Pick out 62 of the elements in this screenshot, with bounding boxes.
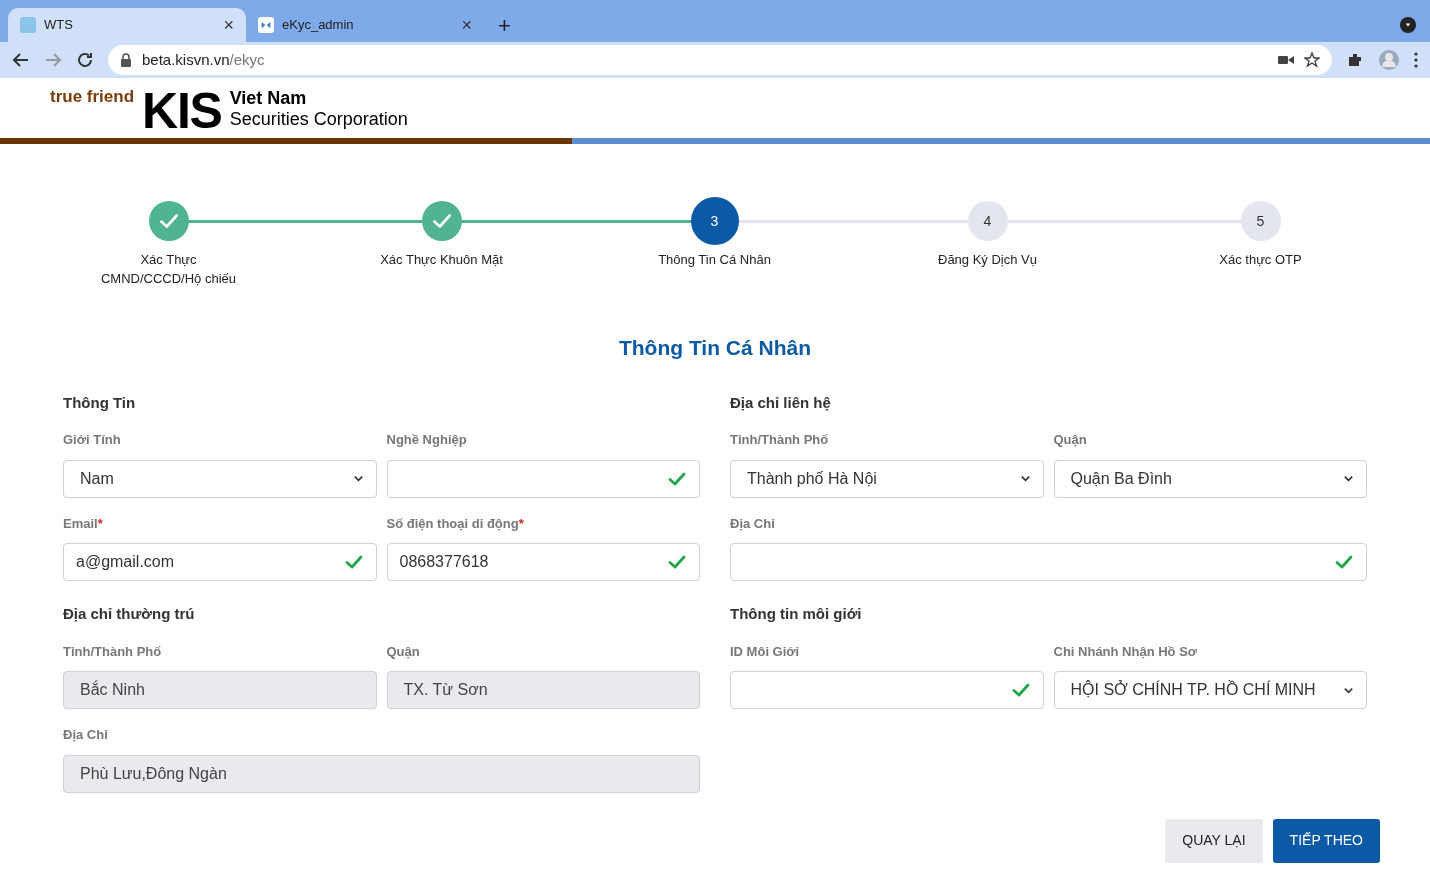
favicon-icon [20, 17, 36, 33]
tab-title: WTS [44, 16, 74, 35]
extensions-icon[interactable] [1346, 51, 1364, 69]
logo-subtitle: Viet Nam [229, 88, 308, 109]
field-label: Quận [386, 642, 420, 661]
input-field[interactable] [730, 671, 1044, 709]
select-field[interactable]: Quận Ba Đình [1053, 459, 1367, 498]
field-label: Giới Tính [63, 431, 121, 449]
section-heading: Địa chỉ liên hệ [730, 392, 832, 413]
input-field[interactable]: a@gmail.com [63, 543, 377, 581]
browser-tab[interactable]: WTS × [8, 8, 246, 42]
field-label: Địa Chỉ [63, 726, 108, 744]
input-field[interactable]: Bắc Ninh [63, 671, 377, 709]
lock-icon [120, 53, 132, 67]
field-label: Địa Chỉ [730, 514, 775, 533]
caret-icon [1343, 473, 1354, 484]
select-field[interactable]: Nam [63, 459, 377, 498]
field-label: Tỉnh/Thành Phố [730, 431, 829, 449]
field-label: Quận [1053, 431, 1087, 449]
caret-icon [1019, 473, 1031, 484]
logo-text: KIS [142, 86, 222, 136]
close-icon[interactable]: × [223, 16, 234, 34]
page-title: Thông Tin Cá Nhân [618, 335, 812, 361]
section-heading: Thông Tin [63, 392, 137, 413]
logo-tagline: true friend [50, 88, 135, 105]
camera-icon[interactable] [1278, 54, 1294, 66]
section-heading: Thông tin môi giới [730, 604, 863, 624]
input-field[interactable]: Phù Lưu,Đông Ngàn [63, 754, 700, 793]
star-icon[interactable] [1304, 52, 1320, 68]
menu-icon[interactable] [1414, 52, 1418, 68]
select-field[interactable]: HỘI SỞ CHÍNH TP. HỒ CHÍ MINH [1053, 671, 1367, 709]
step-label: Xác Thực CMND/CCCD/Hộ chiếu [99, 251, 238, 288]
step-label: Thông Tin Cá Nhân [657, 251, 772, 269]
input-field[interactable] [386, 459, 700, 498]
favicon-icon [258, 17, 274, 33]
section-heading: Địa chỉ thường trú [63, 604, 196, 624]
close-icon[interactable]: × [461, 16, 472, 34]
caret-icon [352, 473, 364, 484]
input-field[interactable] [730, 543, 1367, 581]
step-label: Xác thực OTP [1218, 251, 1303, 269]
input-field[interactable]: TX. Từ Sơn [386, 671, 700, 709]
step-label: Xác Thực Khuôn Mặt [379, 251, 504, 269]
field-label: Chi Nhánh Nhận Hồ Sơ [1053, 642, 1198, 661]
field-label: ID Môi Giới [730, 642, 800, 661]
field-label: Nghề Nghiệp [386, 431, 467, 449]
new-tab-button[interactable]: + [484, 8, 525, 42]
tab-title: eKyc_admin [282, 16, 355, 35]
reload-icon[interactable] [76, 51, 94, 69]
field-label: Số điện thoại di động* [386, 514, 524, 533]
tab-search-icon[interactable] [1400, 17, 1416, 33]
field-label: Tỉnh/Thành Phố [63, 642, 162, 661]
next-button[interactable]: TIẾP THEO [1272, 818, 1380, 863]
back-icon[interactable] [12, 51, 30, 69]
back-button[interactable]: QUAY LẠI [1165, 818, 1263, 863]
field-label: Email* [63, 514, 103, 533]
input-field[interactable]: 0868377618 [386, 543, 700, 581]
step-label: Đăng Ký Dịch Vụ [937, 251, 1038, 269]
logo-subtitle: Securities Corporation [229, 109, 408, 130]
select-field[interactable]: Thành phố Hà Nội [730, 459, 1044, 498]
url-text: beta.kisvn.vn/ekyc [142, 49, 266, 70]
address-bar[interactable]: beta.kisvn.vn/ekyc [108, 45, 1332, 75]
browser-tab[interactable]: eKyc_admin × [246, 8, 484, 42]
